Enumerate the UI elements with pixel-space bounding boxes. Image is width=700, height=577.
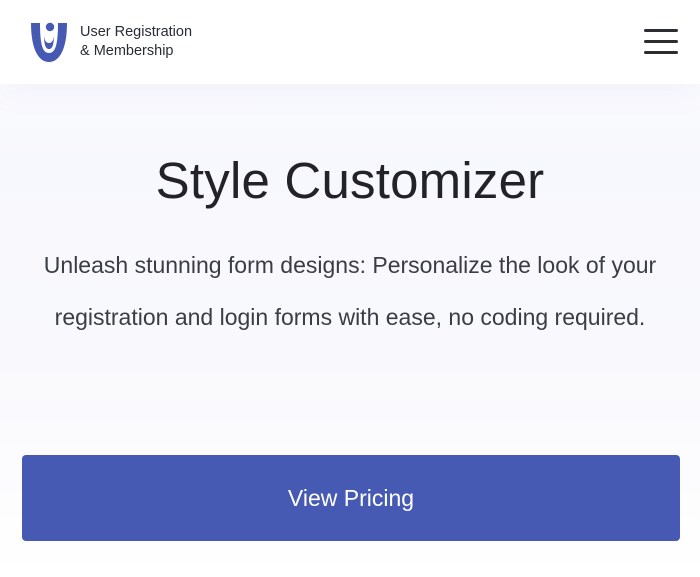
hamburger-menu-icon[interactable] bbox=[642, 27, 680, 57]
site-header: User Registration & Membership bbox=[0, 0, 700, 84]
hero-description: Unleash stunning form designs: Personali… bbox=[43, 252, 657, 330]
logo-text: User Registration & Membership bbox=[80, 23, 192, 61]
logo-text-line2: & Membership bbox=[80, 43, 174, 59]
page-title: Style Customizer bbox=[155, 152, 545, 209]
menu-bar-top bbox=[644, 29, 678, 32]
logo-link[interactable]: User Registration & Membership bbox=[30, 20, 192, 64]
menu-bar-bottom bbox=[644, 51, 678, 54]
logo-icon bbox=[31, 22, 67, 62]
page: User Registration & Membership Style Cus… bbox=[0, 0, 700, 577]
logo-text-line1: User Registration bbox=[80, 24, 193, 40]
view-pricing-button[interactable]: View Pricing bbox=[22, 455, 680, 541]
menu-bar-middle bbox=[644, 40, 678, 43]
